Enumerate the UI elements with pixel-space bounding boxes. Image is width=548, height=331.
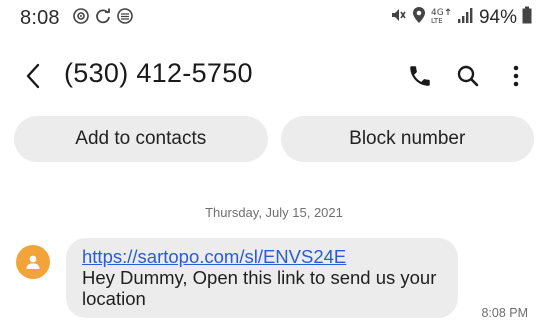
conversation-header: (530) 412-5750 <box>0 52 548 100</box>
header-actions <box>406 60 530 92</box>
signal-icon <box>457 6 474 29</box>
back-button[interactable] <box>18 60 48 92</box>
message-timestamp: 8:08 PM <box>481 306 528 320</box>
lte-icon: 4G LTE <box>431 6 453 29</box>
call-button[interactable] <box>406 60 434 92</box>
battery-percent: 94% <box>478 6 517 28</box>
battery-icon <box>522 6 532 29</box>
location-icon <box>412 6 426 29</box>
message-link[interactable]: https://sartopo.com/sl/ENVS24E <box>82 246 444 267</box>
more-vert-icon <box>513 65 519 87</box>
add-to-contacts-button[interactable]: Add to contacts <box>14 116 268 162</box>
search-icon <box>457 65 479 87</box>
message-text: Hey Dummy, Open this link to send us you… <box>82 267 437 309</box>
person-icon <box>26 255 40 269</box>
status-right-icons: 4G LTE 94% <box>389 6 532 29</box>
sync-icon <box>94 7 112 30</box>
status-left-icons <box>72 7 134 30</box>
date-separator: Thursday, July 15, 2021 <box>205 205 343 220</box>
messages-screen: 8:08 4G LTE 94% (530) 412-5750 Add to co… <box>0 0 548 331</box>
status-time: 8:08 <box>20 7 60 29</box>
search-button[interactable] <box>454 60 482 92</box>
status-bar: 8:08 4G LTE 94% <box>0 0 548 34</box>
avatar[interactable] <box>16 245 50 279</box>
back-icon <box>26 63 40 89</box>
shield-icon <box>116 7 134 30</box>
contact-actions: Add to contacts Block number <box>14 116 534 162</box>
more-options-button[interactable] <box>502 60 530 92</box>
phone-icon <box>410 66 430 86</box>
block-number-button[interactable]: Block number <box>280 116 534 162</box>
cast-icon <box>72 7 90 30</box>
svg-text:LTE: LTE <box>431 17 443 24</box>
message-bubble[interactable]: https://sartopo.com/sl/ENVS24E Hey Dummy… <box>66 238 458 318</box>
mute-icon <box>389 6 407 29</box>
contact-title: (530) 412-5750 <box>64 58 253 88</box>
